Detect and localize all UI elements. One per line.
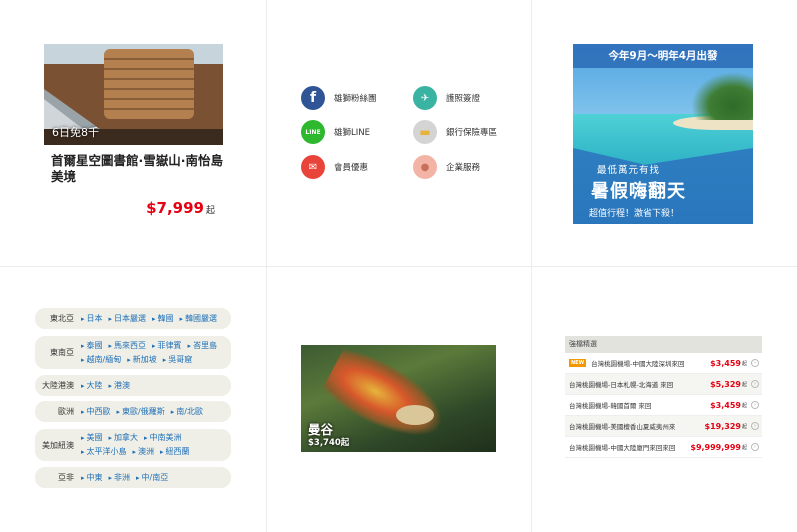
deal-route: 台灣桃園機場-韓國首爾 來回 [569, 402, 652, 410]
service-label: 銀行保險專區 [446, 128, 498, 138]
deal-price: $5,329 [710, 379, 741, 389]
region-label: 亞非 [58, 473, 74, 482]
service-label: 雄獅LINE [334, 128, 370, 138]
straw-hat-illustration [396, 405, 434, 425]
coupon-icon: ✉ [301, 155, 325, 179]
region-label: 東南亞 [50, 348, 74, 357]
line-icon: LINE [301, 120, 325, 144]
summer-promo-banner[interactable]: 今年9月～明年4月出發 最低萬元有找 暑假嗨翻天 超值行程！激省下殺！ [573, 44, 753, 224]
region-link[interactable]: 菲律賓 [152, 339, 182, 353]
deal-price: $9,999,999 [690, 442, 741, 452]
bangkok-city-card[interactable]: 曼谷 $3,740起 [301, 345, 496, 452]
chevron-right-icon: › [751, 380, 759, 388]
service-label: 會員優惠 [334, 163, 369, 173]
deal-price-unit: 起 [741, 402, 747, 409]
chevron-right-icon: › [751, 443, 759, 451]
region-link[interactable]: 中西歐 [81, 405, 111, 419]
promo-date-range: 今年9月～明年4月出發 [573, 44, 753, 68]
region-link[interactable]: 中南美洲 [144, 431, 182, 445]
region-link[interactable]: 韓國嚴選 [180, 312, 217, 326]
region-row-americas-oceania: 美加紐澳 美國 加拿大 中南美洲 太平洋小島 澳洲 紐西蘭 [35, 429, 231, 461]
deal-route: 台灣桃園機場-中國大陸深圳來回 [591, 360, 685, 368]
deal-row[interactable]: 台灣桃園機場-日本札幌-北海道 來回 $5,329 起 › [565, 374, 762, 395]
region-row-northeast-asia: 東北亞 日本 日本嚴選 韓國 韓國嚴選 [35, 308, 231, 329]
region-link[interactable]: 新加坡 [127, 353, 157, 367]
region-link[interactable]: 韓國 [152, 312, 174, 326]
deal-route: 台灣桃園機場-美國檀香山夏威夷州來 [569, 423, 676, 431]
facebook-icon: f [301, 86, 325, 110]
region-link[interactable]: 大陸 [81, 379, 103, 393]
business-person-icon: ● [413, 155, 437, 179]
region-link[interactable]: 吳哥窟 [163, 353, 192, 367]
region-label: 歐洲 [58, 407, 74, 416]
region-link[interactable]: 澳洲 [133, 445, 154, 459]
region-link[interactable]: 泰國 [81, 339, 103, 353]
service-label: 企業服務 [446, 163, 481, 173]
tour-price-unit: 起 [205, 206, 215, 216]
palm-trees-illustration [691, 72, 753, 120]
deal-route: 台灣桃園機場-日本札幌-北海道 來回 [569, 381, 674, 389]
promo-tagline: 超值行程！激省下殺！ [589, 209, 680, 219]
new-badge: NEW [569, 359, 587, 367]
service-link-passport[interactable]: ✈ 護照簽證 [413, 86, 480, 110]
deal-row[interactable]: NEW 台灣桃園機場-中國大陸深圳來回 $3,459 起 › [565, 353, 762, 374]
tour-price: $7,999 起 [146, 199, 215, 217]
passport-icon: ✈ [413, 86, 437, 110]
tour-duration-badge: 6日免8千 [52, 126, 99, 139]
service-link-member[interactable]: ✉ 會員優惠 [301, 155, 368, 179]
region-link[interactable]: 南/北歐 [171, 405, 203, 419]
service-label: 雄獅粉絲團 [334, 94, 377, 104]
deal-row[interactable]: 台灣桃園機場-美國檀香山夏威夷州來 $19,329 起 › [565, 416, 762, 437]
deal-route: 台灣桃園機場-中國大陸廈門來回來回 [569, 444, 676, 452]
region-label: 東北亞 [50, 314, 74, 323]
deal-price-unit: 起 [741, 444, 747, 451]
service-link-bank-insurance[interactable]: ▬ 銀行保險專區 [413, 120, 497, 144]
region-link[interactable]: 非洲 [109, 471, 130, 485]
tour-photo[interactable]: 6日免8千 [44, 44, 223, 145]
chevron-right-icon: › [751, 401, 759, 409]
chevron-right-icon: › [751, 422, 759, 430]
region-link[interactable]: 日本 [81, 312, 103, 326]
region-link[interactable]: 馬來西亞 [109, 339, 146, 353]
deals-header: 強檔精選 [565, 336, 762, 353]
credit-card-icon: ▬ [413, 120, 437, 144]
region-link[interactable]: 峇里島 [188, 339, 217, 353]
region-link[interactable]: 中東 [81, 471, 103, 485]
region-link[interactable]: 日本嚴選 [109, 312, 146, 326]
deal-price-unit: 起 [741, 423, 747, 430]
region-link[interactable]: 港澳 [109, 379, 130, 393]
region-row-southeast-asia: 東南亞 泰國 馬來西亞 菲律賓 峇里島 越南/緬甸 新加坡 吳哥窟 [35, 336, 231, 369]
region-link[interactable]: 東歐/俄羅斯 [117, 405, 165, 419]
service-link-line[interactable]: LINE 雄獅LINE [301, 120, 370, 144]
region-link[interactable]: 加拿大 [109, 431, 138, 445]
deal-price: $3,459 [710, 358, 741, 368]
tour-price-value: $7,999 [146, 199, 204, 217]
service-link-facebook[interactable]: f 雄獅粉絲團 [301, 86, 377, 110]
region-label: 大陸港澳 [42, 381, 74, 390]
deal-row[interactable]: 台灣桃園機場-韓國首爾 來回 $3,459 起 › [565, 395, 762, 416]
promo-subtitle: 最低萬元有找 [597, 165, 661, 176]
service-label: 護照簽證 [446, 94, 481, 104]
chevron-right-icon: › [751, 359, 759, 367]
flight-deals-table: 強檔精選 NEW 台灣桃園機場-中國大陸深圳來回 $3,459 起 › 台灣桃園機… [565, 336, 762, 458]
deal-row[interactable]: 台灣桃園機場-中國大陸廈門來回來回 $9,999,999 起 › [565, 437, 762, 458]
region-row-asia-africa: 亞非 中東 非洲 中/南亞 [35, 467, 231, 488]
region-link[interactable]: 太平洋小島 [81, 445, 127, 459]
region-label: 美加紐澳 [42, 440, 74, 450]
deal-price-unit: 起 [741, 381, 747, 388]
region-row-europe: 歐洲 中西歐 東歐/俄羅斯 南/北歐 [35, 401, 231, 422]
deal-price: $19,329 [704, 421, 741, 431]
grid-divider [0, 266, 797, 267]
region-link[interactable]: 越南/緬甸 [81, 353, 122, 367]
tour-title[interactable]: 首爾星空圖書館·雪嶽山·南怡島美境 [51, 153, 226, 185]
region-link[interactable]: 中/南亞 [136, 471, 169, 485]
region-link[interactable]: 紐西蘭 [160, 445, 190, 459]
region-row-china-hk-macau: 大陸港澳 大陸 港澳 [35, 375, 231, 396]
service-link-business[interactable]: ● 企業服務 [413, 155, 480, 179]
deal-price: $3,459 [710, 400, 741, 410]
deal-price-unit: 起 [741, 360, 747, 367]
region-link[interactable]: 美國 [81, 431, 103, 445]
city-price: $3,740起 [308, 438, 350, 448]
promo-headline: 暑假嗨翻天 [591, 181, 686, 202]
